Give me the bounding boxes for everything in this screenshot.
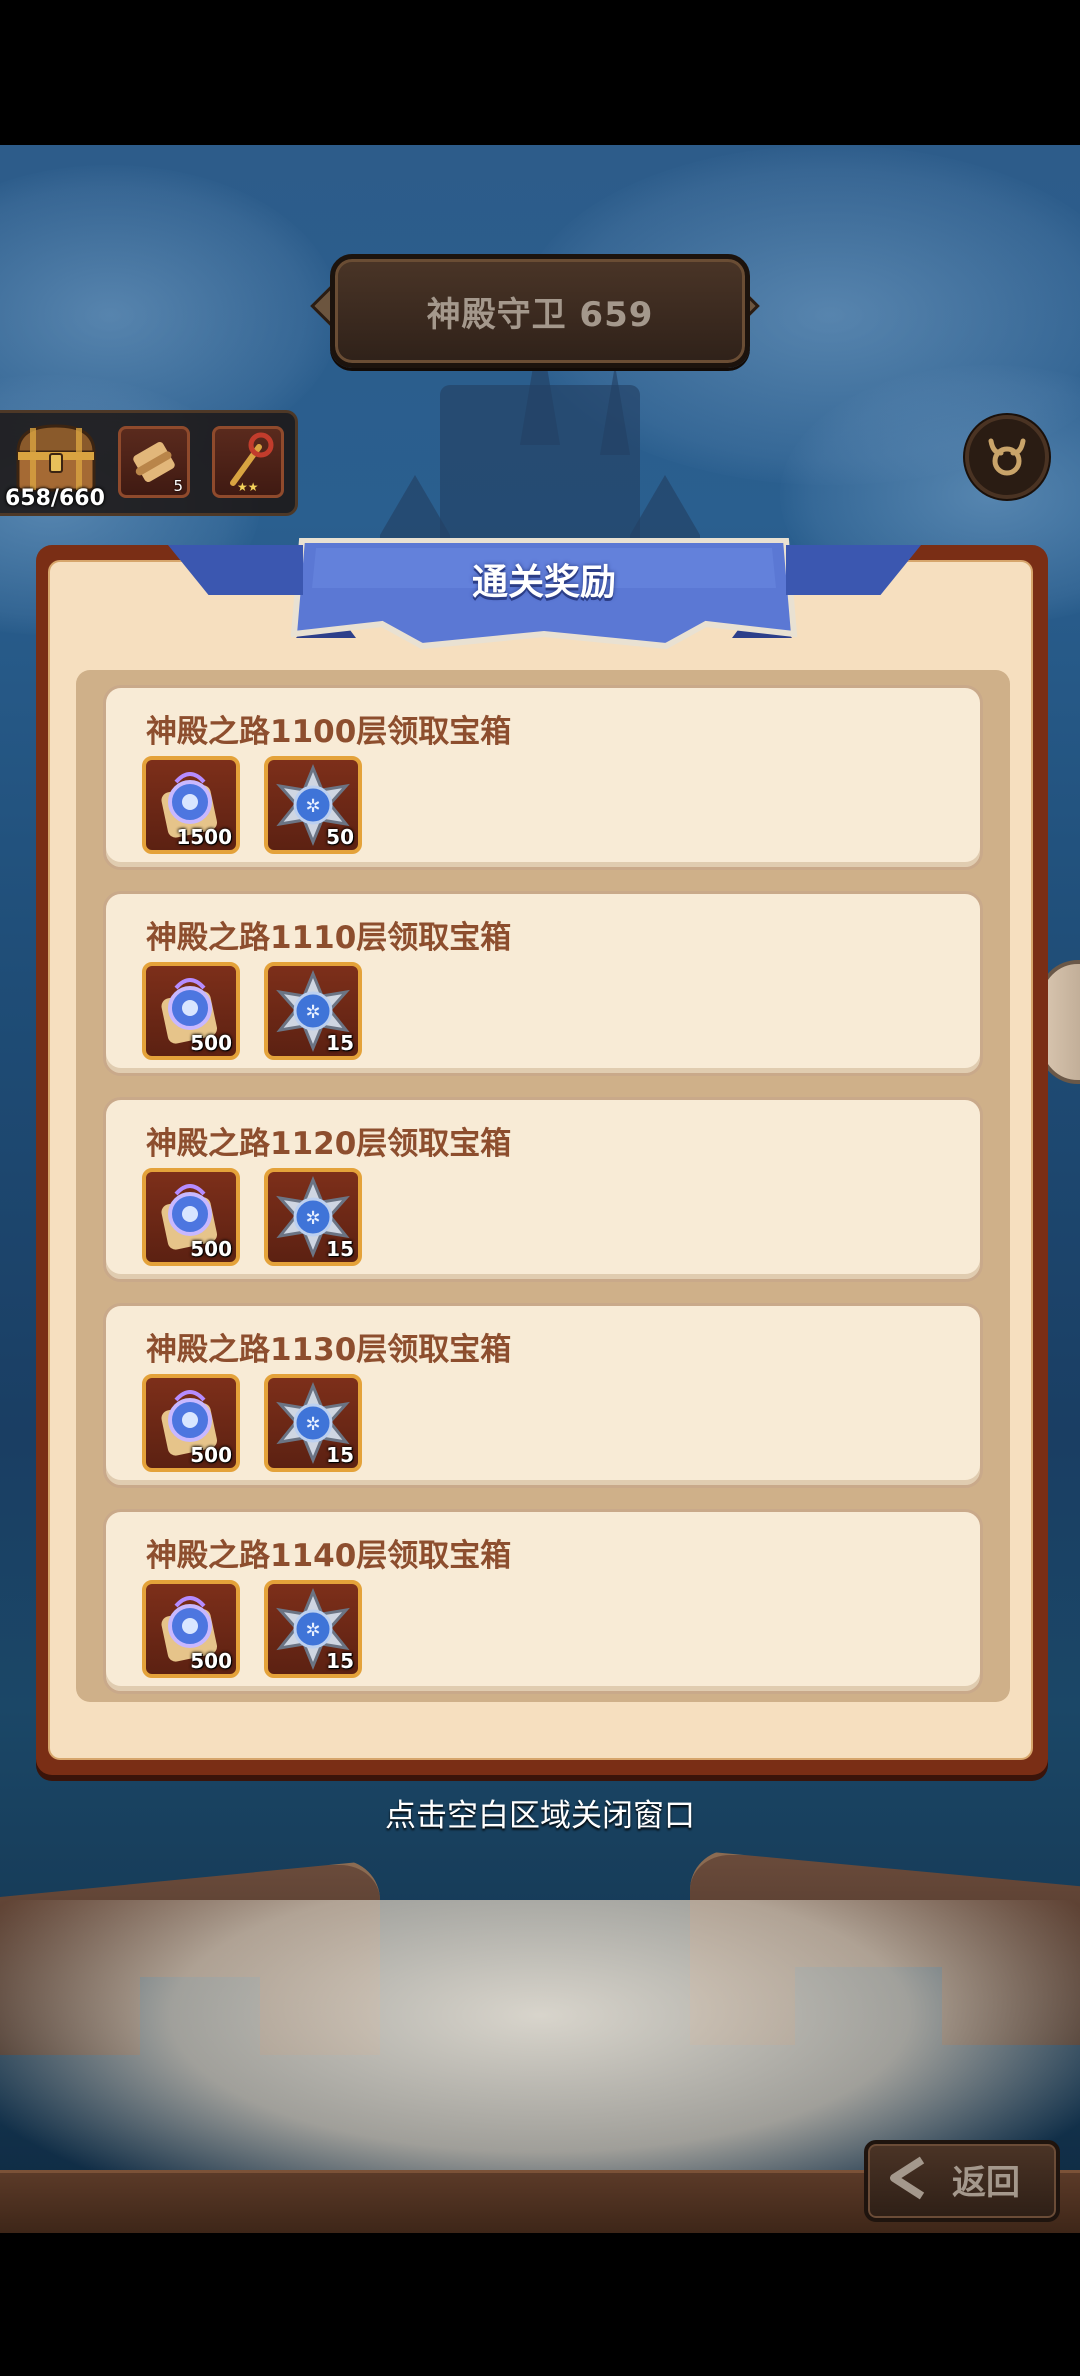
svg-text:✲: ✲ xyxy=(305,1620,320,1641)
reward-item-spirit-orb[interactable]: 1500 xyxy=(142,756,240,854)
item-quantity: 50 xyxy=(326,825,354,849)
item-quantity: 1500 xyxy=(176,825,232,849)
item-quantity: 500 xyxy=(190,1443,232,1467)
reward-item-spirit-orb[interactable]: 500 xyxy=(142,1374,240,1472)
svg-text:✲: ✲ xyxy=(305,1414,320,1435)
back-button-label: 返回 xyxy=(952,2163,1020,2203)
item-quantity: 15 xyxy=(326,1443,354,1467)
reward-item-spirit-orb[interactable]: 500 xyxy=(142,1168,240,1266)
reward-row-1130[interactable]: 神殿之路1130层领取宝箱 500 ✲ 15 xyxy=(103,1303,983,1488)
reward-row-title: 神殿之路1140层领取宝箱 xyxy=(146,1538,512,1574)
reward-row-1140[interactable]: 神殿之路1140层领取宝箱 500 ✲ 15 xyxy=(103,1509,983,1694)
reward-row-1100[interactable]: 神殿之路1100层领取宝箱 1500 ✲ 50 xyxy=(103,685,983,870)
item-quantity: 15 xyxy=(326,1031,354,1055)
reward-item-spirit-orb[interactable]: 500 xyxy=(142,962,240,1060)
inventory-slot-staff[interactable]: ★★ xyxy=(212,426,284,498)
reward-row-title: 神殿之路1130层领取宝箱 xyxy=(146,1332,512,1368)
reward-item-spirit-orb[interactable]: 500 xyxy=(142,1580,240,1678)
reward-row-title: 神殿之路1120层领取宝箱 xyxy=(146,1126,512,1162)
item-quantity: 15 xyxy=(326,1237,354,1261)
svg-text:✲: ✲ xyxy=(305,1002,320,1023)
reward-row-title: 神殿之路1100层领取宝箱 xyxy=(146,714,512,750)
reward-item-star-emblem[interactable]: ✲ 15 xyxy=(264,962,362,1060)
svg-text:✲: ✲ xyxy=(305,796,320,817)
horned-emblem-icon xyxy=(988,438,1026,476)
back-arrow-icon xyxy=(890,2156,925,2200)
reward-item-star-emblem[interactable]: ✲ 15 xyxy=(264,1374,362,1472)
svg-text:✲: ✲ xyxy=(305,1208,320,1229)
svg-text:★★: ★★ xyxy=(237,480,259,494)
reward-item-star-emblem[interactable]: ✲ 50 xyxy=(264,756,362,854)
inventory-slot-scroll[interactable]: 5 xyxy=(118,426,190,498)
reward-item-star-emblem[interactable]: ✲ 15 xyxy=(264,1168,362,1266)
reward-row-1120[interactable]: 神殿之路1120层领取宝箱 500 ✲ 15 xyxy=(103,1097,983,1282)
staff-icon: ★★ xyxy=(230,432,274,494)
treasure-chest-icon[interactable] xyxy=(10,418,102,496)
slot-count: 5 xyxy=(173,477,183,495)
item-quantity: 500 xyxy=(190,1237,232,1261)
horned-emblem-button[interactable] xyxy=(965,415,1049,499)
stage-title: 神殿守卫 659 xyxy=(330,254,750,368)
close-hint: 点击空白区域关闭窗口 xyxy=(385,1798,695,1834)
reward-item-star-emblem[interactable]: ✲ 15 xyxy=(264,1580,362,1678)
chest-count: 658/660 xyxy=(5,486,105,511)
reward-row-1110[interactable]: 神殿之路1110层领取宝箱 500 ✲ 15 xyxy=(103,891,983,1076)
game-screen: 神殿守卫 659 658/660 5 ★★ 通关奖励 神殿之路1100层领取宝箱… xyxy=(0,0,1080,2376)
item-quantity: 500 xyxy=(190,1649,232,1673)
dialog-title: 通关奖励 xyxy=(471,562,616,603)
item-quantity: 15 xyxy=(326,1649,354,1673)
item-quantity: 500 xyxy=(190,1031,232,1055)
reward-row-title: 神殿之路1110层领取宝箱 xyxy=(146,920,512,956)
